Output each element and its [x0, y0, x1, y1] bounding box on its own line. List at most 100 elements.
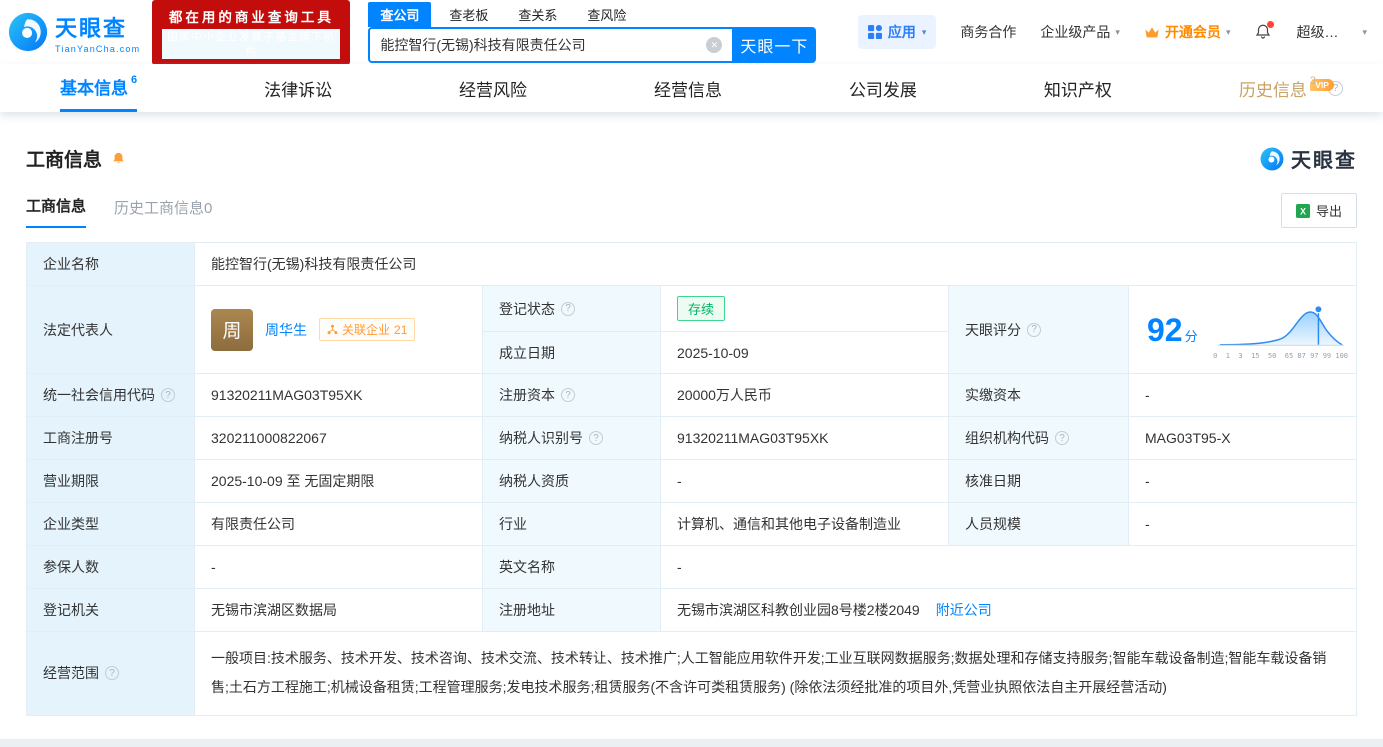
search-button[interactable]: 天眼一下	[732, 27, 816, 63]
credit-code-value: 91320211MAG03T95XK	[195, 374, 483, 417]
export-button[interactable]: X 导出	[1281, 193, 1357, 228]
help-icon[interactable]	[561, 388, 575, 402]
search-input[interactable]	[370, 37, 706, 53]
clear-search-icon[interactable]	[706, 37, 722, 53]
tab-label: 经营风险	[459, 76, 527, 101]
search-box	[368, 27, 732, 63]
nav-item-super-vip[interactable]: 超级…	[1296, 22, 1338, 42]
tianyancha-watermark: 天眼查	[1260, 144, 1357, 173]
watermark-brand-text: 天眼查	[1291, 144, 1357, 173]
english-name-value: -	[661, 546, 1356, 589]
company-type-label: 企业类型	[27, 503, 195, 546]
business-scope-label: 经营范围	[27, 632, 195, 715]
subtab-business-registration[interactable]: 工商信息	[26, 195, 86, 228]
chevron-down-icon	[922, 27, 927, 38]
table-row: 企业名称 能控智行(无锡)科技有限责任公司	[27, 243, 1356, 286]
company-name-label: 企业名称	[27, 243, 195, 286]
apps-grid-icon	[868, 25, 882, 39]
tab-label: 公司发展	[849, 76, 917, 101]
subtab-history-registration[interactable]: 历史工商信息0	[114, 197, 212, 228]
export-label: 导出	[1316, 201, 1342, 220]
help-icon[interactable]	[105, 666, 119, 680]
horizontal-scrollbar[interactable]	[0, 739, 1383, 747]
search-tab-risk[interactable]: 查风险	[575, 2, 638, 27]
tianyancha-logo-icon	[8, 12, 48, 52]
help-icon[interactable]	[161, 388, 175, 402]
tab-intellectual-property[interactable]: 知识产权	[1044, 64, 1112, 112]
search-area: 查公司 查老板 查关系 查风险 天眼一下	[368, 2, 816, 63]
help-icon[interactable]	[1055, 431, 1069, 445]
business-term-value: 2025-10-09 至 无固定期限	[195, 460, 483, 503]
nav-apps-label: 应用	[888, 22, 916, 42]
nav-enterprise-label: 企业级产品	[1040, 22, 1110, 42]
table-row: 经营范围 一般项目:技术服务、技术开发、技术咨询、技术交流、技术转让、技术推广;…	[27, 632, 1356, 715]
est-date-value: 2025-10-09	[661, 332, 949, 374]
subtab-history-count: 0	[204, 200, 212, 217]
nav-item-open-vip[interactable]: 开通会员	[1144, 22, 1231, 42]
legal-rep-link[interactable]: 周华生	[265, 320, 307, 340]
announcement-bell-icon[interactable]	[110, 150, 127, 167]
business-scope-value: 一般项目:技术服务、技术开发、技术咨询、技术交流、技术转让、技术推广;人工智能应…	[195, 632, 1356, 715]
score-label: 天眼评分	[949, 286, 1129, 374]
nav-vip-label: 开通会员	[1165, 22, 1221, 42]
excel-icon: X	[1296, 204, 1310, 218]
industry-value: 计算机、通信和其他电子设备制造业	[661, 503, 949, 546]
help-icon[interactable]	[561, 302, 575, 316]
score-curve-chart: 0 1 3 15 50 65 87 97 99 100	[1213, 301, 1348, 360]
help-icon[interactable]	[589, 431, 603, 445]
reg-status-value: 存续	[661, 286, 949, 332]
insured-count-value: -	[195, 546, 483, 589]
legal-rep-avatar[interactable]: 周	[211, 309, 253, 351]
business-info-table: 企业名称 能控智行(无锡)科技有限责任公司 法定代表人 周 周华生 关联企业 2…	[26, 242, 1357, 716]
nav-item-enterprise[interactable]: 企业级产品	[1040, 22, 1120, 42]
reg-authority-value: 无锡市滨湖区数据局	[195, 589, 483, 632]
address-value: 无锡市滨湖区科教创业园8号楼2楼2049 附近公司	[661, 589, 1356, 632]
reg-status-label: 登记状态	[483, 286, 661, 332]
tab-history-info[interactable]: VIP 历史信息 3	[1239, 76, 1316, 101]
chevron-down-icon[interactable]	[1362, 27, 1367, 38]
tab-company-development[interactable]: 公司发展	[849, 64, 917, 112]
table-row: 参保人数 - 英文名称 -	[27, 546, 1356, 589]
nearby-companies-link[interactable]: 附近公司	[936, 600, 992, 620]
legal-rep-label: 法定代表人	[27, 286, 195, 374]
search-tab-relation[interactable]: 查关系	[506, 2, 569, 27]
taxpayer-id-label: 纳税人识别号	[483, 417, 661, 460]
tab-count: 6	[131, 74, 137, 86]
tab-label: 法律诉讼	[264, 76, 332, 101]
table-row: 登记机关 无锡市滨湖区数据局 注册地址 无锡市滨湖区科教创业园8号楼2楼2049…	[27, 589, 1356, 632]
notification-dot	[1267, 21, 1274, 28]
staff-size-label: 人员规模	[949, 503, 1129, 546]
notification-bell-icon[interactable]	[1254, 23, 1272, 41]
search-tabs: 查公司 查老板 查关系 查风险	[368, 2, 816, 27]
tab-business-info[interactable]: 经营信息	[654, 64, 722, 112]
table-row: 工商注册号 320211000822067 纳税人识别号 91320211MAG…	[27, 417, 1356, 460]
reg-no-label: 工商注册号	[27, 417, 195, 460]
logo-domain-text: TianYanCha.com	[55, 44, 140, 54]
reg-authority-label: 登记机关	[27, 589, 195, 632]
search-tab-boss[interactable]: 查老板	[437, 2, 500, 27]
tab-legal-proceedings[interactable]: 法律诉讼	[264, 64, 332, 112]
subtab-history-label: 历史工商信息	[114, 200, 204, 217]
related-count: 21	[394, 323, 407, 337]
section-header: 工商信息 天眼查	[0, 112, 1383, 173]
approve-date-label: 核准日期	[949, 460, 1129, 503]
related-companies-tag[interactable]: 关联企业 21	[319, 318, 415, 341]
reg-capital-value: 20000万人民币	[661, 374, 949, 417]
tab-label: 基本信息	[60, 74, 128, 99]
tab-basic-info[interactable]: 基本信息 6	[60, 64, 137, 112]
company-name-value: 能控智行(无锡)科技有限责任公司	[195, 243, 1356, 286]
table-row: 法定代表人 周 周华生 关联企业 21 登记状态 存续	[27, 286, 1356, 374]
staff-size-value: -	[1129, 503, 1356, 546]
status-badge: 存续	[677, 296, 725, 321]
tianyancha-logo[interactable]: 天眼查 TianYanCha.com	[8, 11, 140, 54]
nav-item-apps[interactable]: 应用	[858, 15, 937, 49]
tab-business-risk[interactable]: 经营风险	[459, 64, 527, 112]
taxpayer-quality-label: 纳税人资质	[483, 460, 661, 503]
search-tab-company[interactable]: 查公司	[368, 2, 431, 27]
nav-item-cooperation[interactable]: 商务合作	[960, 22, 1016, 42]
company-type-value: 有限责任公司	[195, 503, 483, 546]
org-code-value: MAG03T95-X	[1129, 417, 1356, 460]
help-icon[interactable]	[1027, 323, 1041, 337]
tianyancha-watermark-icon	[1260, 147, 1284, 171]
tab-label: 历史信息	[1239, 76, 1307, 101]
